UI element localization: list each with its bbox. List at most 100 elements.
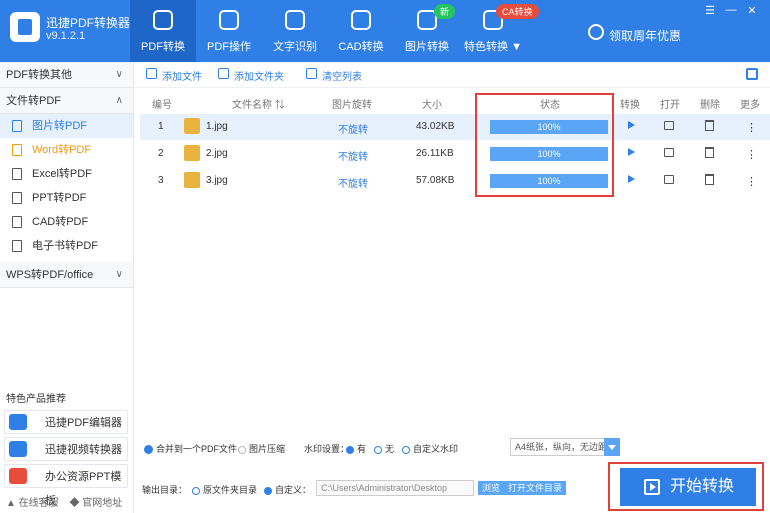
more-icon[interactable]: ⋮ <box>746 148 757 161</box>
table-row[interactable]: 2 2.jpg 不旋转 26.11KB 100% ⋮ <box>140 141 770 167</box>
open-dir-button[interactable]: 打开文件目录 <box>504 481 567 495</box>
row-filename: 1.jpg <box>206 121 228 132</box>
table-row[interactable]: 1 1.jpg 不旋转 43.02KB 100% ⋮ <box>140 114 770 140</box>
more-icon[interactable]: ⋮ <box>746 175 757 188</box>
output-path-input[interactable]: C:\Users\Administrator\Desktop <box>316 480 474 496</box>
chevron-up-icon: ∧ <box>115 95 123 106</box>
radio-icon <box>264 486 272 495</box>
play-icon[interactable] <box>628 175 635 183</box>
table-row[interactable]: 3 3.jpg 不旋转 57.08KB 100% ⋮ <box>140 168 770 194</box>
sidebar-group-wps[interactable]: WPS转PDF/office ∨ <box>0 262 133 288</box>
row-filename: 3.jpg <box>206 175 228 186</box>
folder-open-icon[interactable] <box>664 175 674 184</box>
custom-dir-radio[interactable]: 自定义： <box>264 483 311 496</box>
header-rotate: 图片旋转 <box>332 100 372 111</box>
check-icon <box>238 445 246 454</box>
more-icon[interactable]: ⋮ <box>746 121 757 134</box>
trash-icon[interactable] <box>705 174 714 185</box>
sidebar-item-excel-to-pdf[interactable]: Excel转PDF <box>0 162 133 186</box>
chevron-down-icon: ∨ <box>115 69 123 80</box>
chevron-down-icon: ∨ <box>115 269 123 280</box>
start-convert-button[interactable]: 开始转换 <box>620 468 756 506</box>
close-button[interactable]: ✕ <box>745 4 759 17</box>
chevron-down-icon[interactable] <box>604 438 620 456</box>
tab-image[interactable]: 新 图片转换 <box>394 0 460 62</box>
folder-open-icon[interactable] <box>664 148 674 157</box>
cad-file-icon <box>12 216 22 228</box>
rotate-dropdown[interactable]: 不旋转 <box>338 175 368 190</box>
tab-label: 图片转换 <box>405 41 449 53</box>
main-nav: PDF转换 PDF操作 文字识别 CAD转换 新 图片转换 CA转换 特色转换 … <box>130 0 539 62</box>
play-icon[interactable] <box>628 121 635 129</box>
clear-list-label: 清空列表 <box>322 72 362 83</box>
options-bar: 合并到一个PDF文件 图片压缩 水印设置： 有 无 自定义水印 <box>134 436 770 458</box>
wm-custom-radio[interactable]: 自定义水印 <box>402 442 458 455</box>
wm-no-radio[interactable]: 无 <box>374 442 394 455</box>
row-num: 1 <box>158 121 164 132</box>
rotate-dropdown[interactable]: 不旋转 <box>338 121 368 136</box>
sidebar-item-label: 电子书转PDF <box>32 240 98 252</box>
header-name[interactable]: 文件名称 ⇅ <box>232 96 285 111</box>
menu-icon[interactable]: ☰ <box>703 4 717 17</box>
sidebar-item-word-to-pdf[interactable]: Word转PDF <box>0 138 133 162</box>
wm-custom-label: 自定义水印 <box>413 444 459 454</box>
app-version: v9.1.2.1 <box>46 30 86 42</box>
row-size: 26.11KB <box>416 148 454 159</box>
sidebar-item-ebook-to-pdf[interactable]: 电子书转PDF <box>0 234 133 258</box>
header-more: 更多 <box>740 100 760 111</box>
minimize-button[interactable]: — <box>724 4 738 16</box>
add-file-button[interactable]: 添加文件 <box>146 68 202 83</box>
trash-icon[interactable] <box>705 120 714 131</box>
group-label: WPS转PDF/office <box>6 269 94 281</box>
rec-pdf-editor[interactable]: 迅捷PDF编辑器 <box>4 410 128 434</box>
rec-ppt-templates[interactable]: 办公资源PPT模板 <box>4 464 128 507</box>
sidebar-item-ppt-to-pdf[interactable]: PPT转PDF <box>0 186 133 210</box>
rec-video-converter[interactable]: 迅捷视频转换器 <box>4 437 128 461</box>
recommend-title: 特色产品推荐 <box>6 394 66 405</box>
add-file-icon <box>146 68 157 79</box>
official-site-link[interactable]: ◆ 官网地址 <box>69 498 122 509</box>
sidebar-group-pdf-other[interactable]: PDF转换其他 ∨ <box>0 62 133 88</box>
sidebar-item-label: 图片转PDF <box>32 120 87 132</box>
ebook-file-icon <box>12 240 22 252</box>
clear-list-button[interactable]: 清空列表 <box>306 68 362 83</box>
pdf-convert-icon <box>153 10 173 30</box>
sidebar-item-label: Excel转PDF <box>32 168 92 180</box>
paper-select[interactable]: A4纸张，纵向，无边距 <box>510 438 610 456</box>
rotate-dropdown[interactable]: 不旋转 <box>338 148 368 163</box>
user-icon[interactable] <box>588 24 604 40</box>
ppt-template-icon <box>9 468 27 484</box>
promo-link[interactable]: 领取周年优惠 <box>609 27 681 44</box>
sidebar-group-file-to-pdf[interactable]: 文件转PDF ∧ <box>0 88 133 114</box>
tab-cad[interactable]: CAD转换 <box>328 0 394 62</box>
folder-open-icon[interactable] <box>664 121 674 130</box>
sidebar-item-cad-to-pdf[interactable]: CAD转PDF <box>0 210 133 234</box>
check-icon <box>144 445 153 455</box>
add-folder-icon <box>218 68 229 79</box>
compress-checkbox[interactable]: 图片压缩 <box>238 442 285 455</box>
tab-ocr[interactable]: 文字识别 <box>262 0 328 62</box>
rec-label: 迅捷PDF编辑器 <box>45 417 122 429</box>
orig-dir-radio[interactable]: 原文件夹目录 <box>192 483 257 496</box>
wm-yes-radio[interactable]: 有 <box>346 442 366 455</box>
play-icon[interactable] <box>628 148 635 156</box>
new-badge: 新 <box>434 4 456 19</box>
add-file-label: 添加文件 <box>162 72 202 83</box>
tab-special[interactable]: CA转换 特色转换 ▼ <box>460 0 539 62</box>
wm-yes-label: 有 <box>357 444 367 454</box>
video-converter-icon <box>9 441 27 457</box>
trash-icon[interactable] <box>705 147 714 158</box>
row-num: 2 <box>158 148 164 159</box>
merge-checkbox[interactable]: 合并到一个PDF文件 <box>144 442 237 455</box>
tab-pdf-convert[interactable]: PDF转换 <box>130 0 196 62</box>
merge-label: 合并到一个PDF文件 <box>156 444 238 454</box>
image-thumbnail-icon <box>184 118 200 134</box>
browse-button[interactable]: 浏览 <box>478 481 505 495</box>
tab-pdf-operate[interactable]: PDF操作 <box>196 0 262 62</box>
status-highlight-box <box>475 93 614 197</box>
online-service-link[interactable]: ▲ 在线客服 <box>6 498 59 509</box>
cad-icon <box>351 10 371 30</box>
sidebar-item-image-to-pdf[interactable]: 图片转PDF <box>0 114 133 138</box>
add-folder-button[interactable]: 添加文件夹 <box>218 68 284 83</box>
grid-view-icon[interactable] <box>746 68 758 80</box>
